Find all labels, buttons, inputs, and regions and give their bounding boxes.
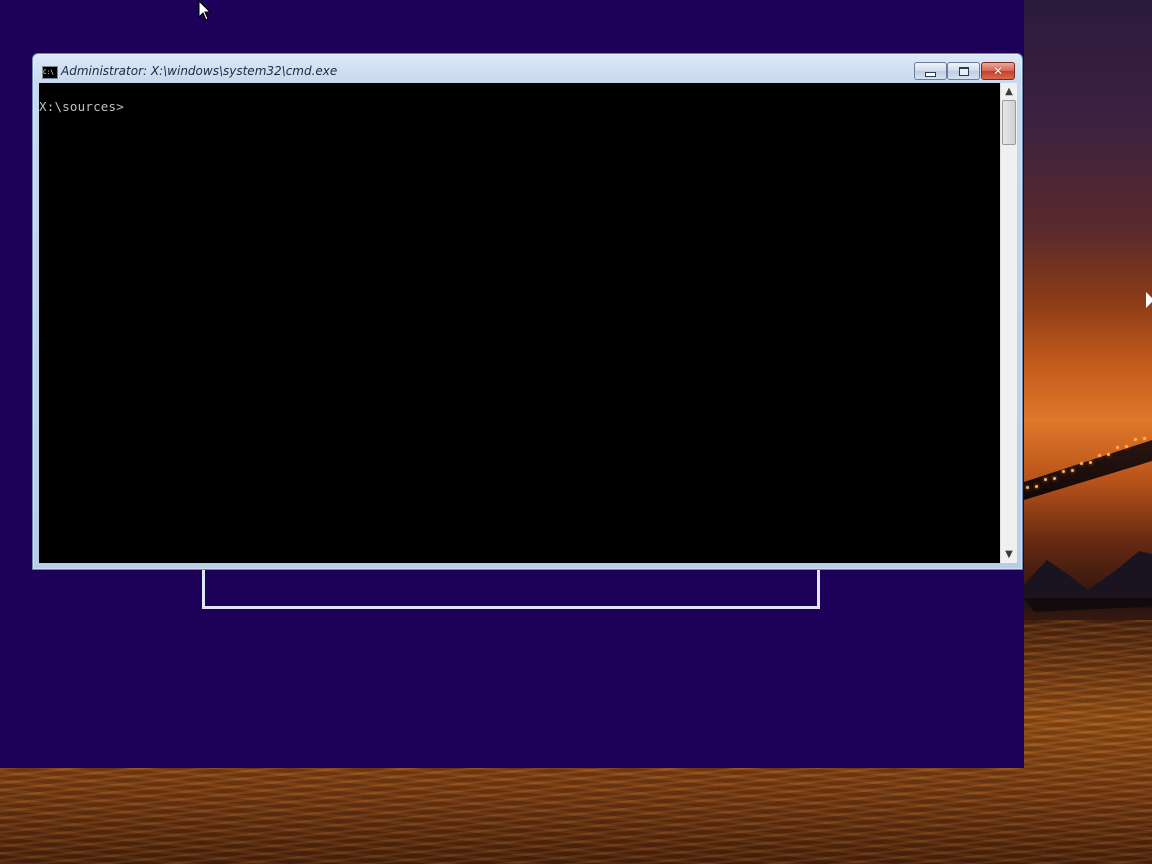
minimize-button[interactable] [914,62,947,80]
pier-light [1143,437,1146,440]
pier-light [1062,470,1065,473]
window-title: Administrator: X:\windows\system32\cmd.e… [61,64,338,78]
cmd-window[interactable]: C:\ Administrator: X:\windows\system32\c… [32,53,1023,570]
pier-light [1035,485,1038,488]
close-button[interactable]: ✕ [981,62,1015,80]
setup-dialog-frame [202,568,820,609]
vertical-scrollbar[interactable]: ▲ ▼ [1000,83,1017,563]
console-area[interactable]: X:\sources> [39,83,1000,563]
title-bar[interactable]: C:\ Administrator: X:\windows\system32\c… [33,54,1022,84]
pier-light [1080,462,1083,465]
mouse-pointer-icon [198,0,212,21]
scroll-thumb[interactable] [1002,100,1016,145]
pier-light [1026,486,1029,489]
window-minimize-icon [925,71,936,77]
window-maximize-icon [958,66,969,76]
close-icon: ✕ [992,64,1004,78]
pier-light [1053,477,1056,480]
pier-light [1125,445,1128,448]
pier-light [1116,446,1119,449]
maximize-button[interactable] [947,62,980,80]
pier-light [1071,469,1074,472]
command-prompt: X:\sources> [39,99,124,114]
pier-light [1134,438,1137,441]
pier-light [1107,453,1110,456]
cmd-icon: C:\ [42,66,58,79]
pier-light [1098,454,1101,457]
scroll-down-icon[interactable]: ▼ [1001,546,1017,563]
pier-light [1089,461,1092,464]
scroll-up-icon[interactable]: ▲ [1001,83,1017,100]
pier-light [1044,478,1047,481]
